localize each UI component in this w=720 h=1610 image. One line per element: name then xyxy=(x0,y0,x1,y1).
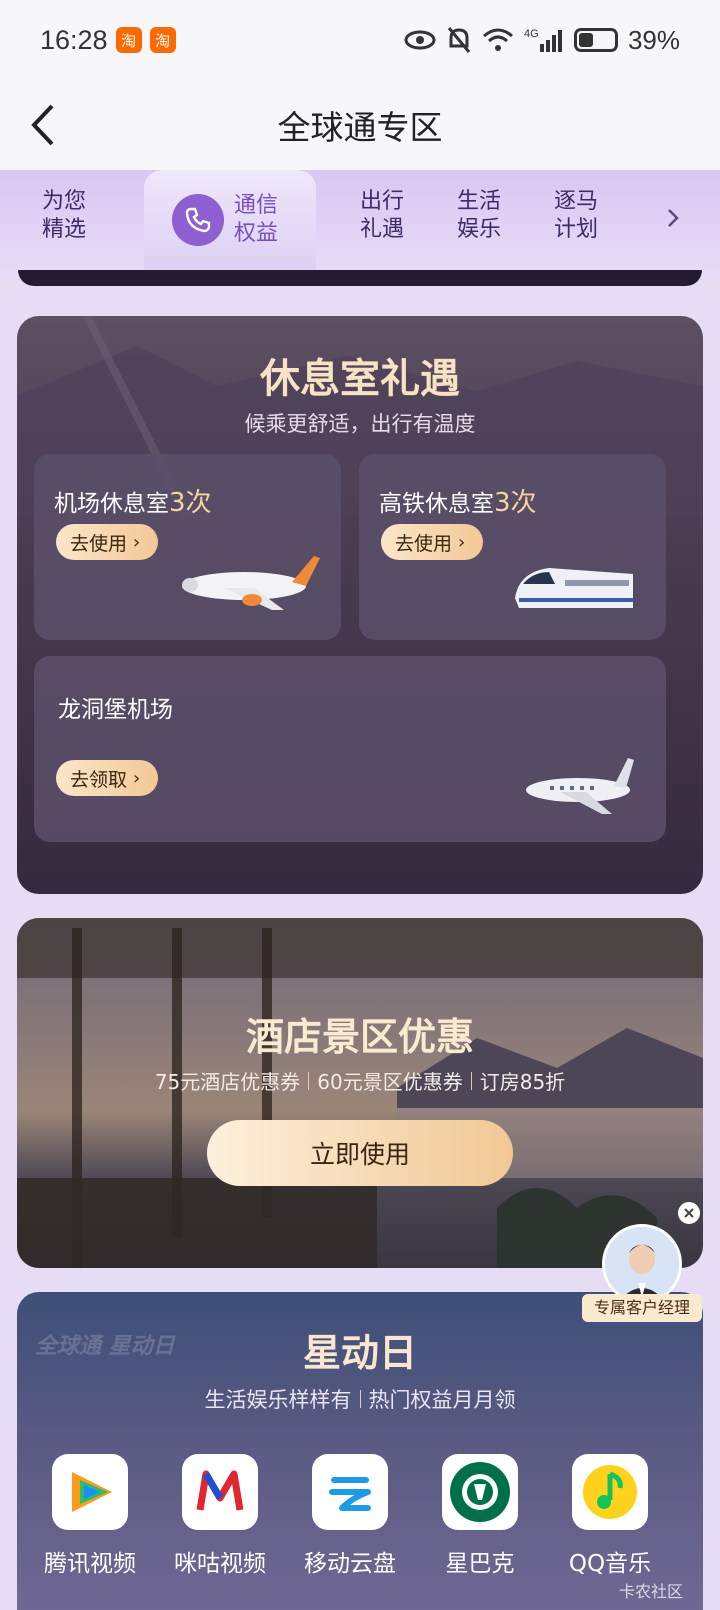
star-day-title: 星动日 xyxy=(302,1331,417,1375)
chevron-right-icon: › xyxy=(133,531,141,553)
tab-lifestyle[interactable]: 生活 娱乐 xyxy=(457,188,501,244)
eye-icon xyxy=(404,30,436,50)
airport-use-button[interactable]: 去使用 › xyxy=(56,524,159,560)
airplane-icon xyxy=(526,758,634,814)
longdongbao-label: 龙洞堡机场 xyxy=(58,697,173,723)
hotel-scenic-card: 酒店景区优惠 75元酒店优惠券 60元景区优惠券 订房85折 立即使用 xyxy=(17,918,703,1268)
wifi-icon xyxy=(482,28,513,51)
chevron-right-icon[interactable] xyxy=(666,206,680,230)
mute-bell-icon xyxy=(447,27,471,53)
tab-zhuma-plan[interactable]: 逐马 计划 xyxy=(554,188,598,244)
rail-use-button[interactable]: 去使用 › xyxy=(381,524,484,560)
page-header: 全球通专区 xyxy=(0,80,720,170)
phone-icon xyxy=(172,194,224,246)
chevron-right-icon: › xyxy=(458,531,466,553)
lounge-benefits-card: 休息室礼遇 候乘更舒适，出行有温度 机场休息室3次 去使用 › 高铁休息室3次 去… xyxy=(17,316,703,894)
customer-manager-label: 专属客户经理 xyxy=(582,1294,702,1322)
hotel-title: 酒店景区优惠 xyxy=(245,1015,474,1059)
divider xyxy=(308,1071,310,1090)
customer-manager-button[interactable]: 专属客户经理 xyxy=(582,1224,702,1326)
migu-video-icon xyxy=(182,1454,258,1530)
page-watermark: 卡农社区 xyxy=(618,1582,683,1601)
airport-lounge-label: 机场休息室 xyxy=(54,491,169,517)
divider xyxy=(470,1071,472,1090)
lounge-subtitle: 候乘更舒适，出行有温度 xyxy=(244,412,476,436)
room-discount-text: 订房85折 xyxy=(479,1070,566,1094)
status-time: 16:28 xyxy=(40,24,108,55)
app-mobile-cloud[interactable]: 移动云盘 xyxy=(285,1454,415,1578)
tab-travel[interactable]: 出行 礼遇 xyxy=(360,188,404,244)
avatar xyxy=(602,1224,682,1304)
airplane-icon xyxy=(182,556,320,610)
back-arrow-icon[interactable] xyxy=(24,100,68,150)
chevron-right-icon: › xyxy=(133,767,141,789)
hotel-offers: 75元酒店优惠券 60元景区优惠券 订房85折 xyxy=(17,1066,703,1095)
category-tab-bar: 为您 精选 通信 权益 出行 礼遇 生活 娱乐 逐马 计划 xyxy=(0,170,720,278)
rail-lounge-card[interactable]: 高铁休息室3次 去使用 › xyxy=(359,454,666,640)
taobao-notification-icon: 淘 xyxy=(115,27,142,53)
qq-music-icon xyxy=(572,1454,648,1530)
page-title: 全球通专区 xyxy=(277,108,443,147)
svg-text:4G: 4G xyxy=(524,28,539,40)
scenic-coupon-text: 60元景区优惠券 xyxy=(317,1070,463,1094)
app-tencent-video[interactable]: 腾讯视频 xyxy=(25,1454,155,1578)
signal-4g-icon: 4G xyxy=(524,28,562,52)
taobao-notification-icon: 淘 xyxy=(149,27,176,53)
app-migu-video[interactable]: 咪咕视频 xyxy=(155,1454,285,1578)
use-now-button[interactable]: 立即使用 xyxy=(207,1120,513,1186)
battery-percent: 39% xyxy=(627,24,680,55)
airport-lounge-card[interactable]: 机场休息室3次 去使用 › xyxy=(34,454,341,640)
divider xyxy=(359,1390,361,1408)
star-day-subtitle: 生活娱乐样样有 热门权益月月领 xyxy=(204,1388,516,1412)
lounge-title: 休息室礼遇 xyxy=(260,356,460,402)
longdongbao-airport-card[interactable]: 龙洞堡机场 去领取 › xyxy=(34,656,666,842)
starbucks-icon xyxy=(442,1454,518,1530)
mobile-cloud-icon xyxy=(312,1454,388,1530)
rail-lounge-label: 高铁休息室 xyxy=(379,491,494,517)
tab-recommended[interactable]: 为您 精选 xyxy=(42,188,86,244)
airport-lounge-count: 3次 xyxy=(169,488,212,518)
status-bar: 16:28 淘 淘 4G 39% xyxy=(0,0,720,80)
app-qq-music[interactable]: QQ音乐 xyxy=(545,1454,675,1578)
previous-card-edge xyxy=(18,270,702,286)
close-icon[interactable] xyxy=(676,1200,702,1226)
battery-icon xyxy=(573,28,618,52)
rail-lounge-count: 3次 xyxy=(494,488,537,518)
hotel-coupon-text: 75元酒店优惠券 xyxy=(154,1070,301,1094)
star-day-card: 全球通 星动日 星动日 生活娱乐样样有 热门权益月月领 腾讯视频 咪咕视频 移动… xyxy=(17,1292,703,1610)
tencent-video-icon xyxy=(52,1454,128,1530)
train-icon xyxy=(515,568,633,608)
app-starbucks[interactable]: 星巴克 xyxy=(415,1454,545,1578)
tab-communication-benefits[interactable]: 通信 权益 xyxy=(144,170,316,270)
claim-button[interactable]: 去领取 › xyxy=(56,760,159,796)
